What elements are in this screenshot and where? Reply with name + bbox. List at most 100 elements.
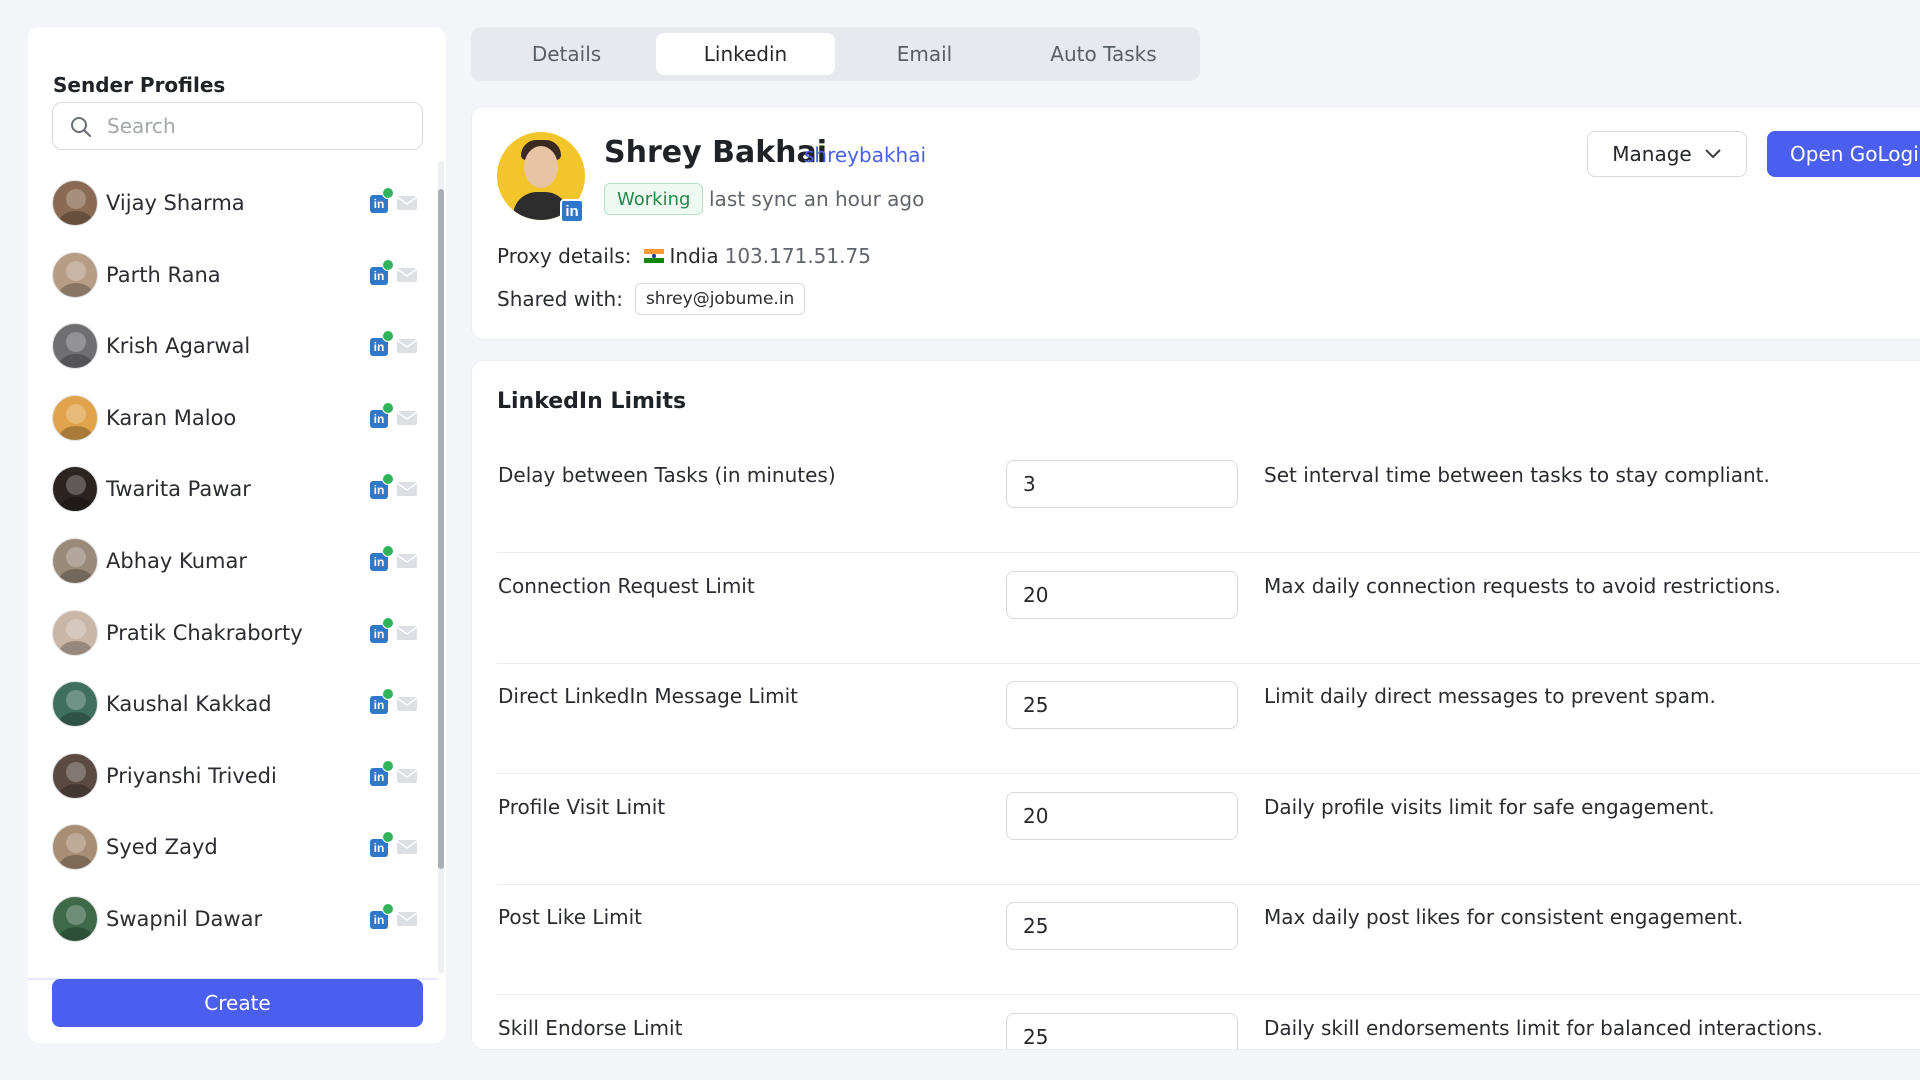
limit-row: Connection Request Limit Max daily connec… [497,554,1920,664]
profile-list-item[interactable]: Twarita Pawar in [52,459,424,519]
tab-email[interactable]: Email [835,33,1014,75]
avatar [52,896,98,942]
tab-bar: Details Linkedin Email Auto Tasks [471,27,1200,81]
open-gologin-button[interactable]: Open GoLogin [1767,131,1920,177]
avatar [52,681,98,728]
manage-button[interactable]: Manage [1587,131,1747,177]
mail-icon [396,410,418,425]
mail-icon [396,625,418,640]
sender-profiles-sidebar: Sender Profiles Vijay SharmainParth Rana… [28,27,446,1043]
linkedin-connected-icon: in [370,473,394,500]
search-icon [71,117,91,137]
shared-email-chip[interactable]: shrey@jobume.in [634,283,806,315]
tab-auto-tasks[interactable]: Auto Tasks [1014,33,1193,75]
profile-handle-link[interactable]: shreybakhai [804,143,926,167]
linkedin-limits-panel: LinkedIn Limits Delay between Tasks (in … [471,360,1920,1050]
limit-label: Delay between Tasks (in minutes) [498,463,836,487]
profile-item-name: Krish Agarwal [106,334,251,359]
profile-list-item[interactable]: Parth Rana in [52,245,424,305]
avatar [52,394,98,441]
tab-details[interactable]: Details [477,33,656,75]
channel-icons: in [370,401,418,428]
channel-icons: in [370,688,418,715]
avatar [52,824,98,871]
channel-icons: in [370,903,418,929]
avatar [52,251,98,298]
proxy-label: Proxy details: [497,244,632,268]
profile-item-name: Vijay Sharma [106,191,245,215]
linkedin-connected-icon: in [370,616,394,643]
profile-list-item[interactable]: Krish Agarwal in [52,316,424,376]
linkedin-connected-icon: in [370,831,394,858]
limit-input[interactable] [1006,1012,1238,1049]
profile-list-scrollbar[interactable] [438,161,444,973]
limit-label: Connection Request Limit [498,573,755,598]
status-badge: Working [604,183,704,215]
proxy-ip: 103.171.51.75 [724,244,871,268]
avatar [52,323,98,370]
manage-label: Manage [1612,142,1692,166]
linkedin-connected-icon: in [370,688,394,715]
chevron-down-icon [1705,149,1721,159]
channel-icons: in [370,831,418,858]
linkedin-connected-icon: in [370,258,394,285]
channel-icons: in [370,545,418,571]
limit-description: Set interval time between tasks to stay … [1264,463,1770,487]
limit-label: Profile Visit Limit [498,794,666,819]
mail-icon [396,267,418,282]
mail-icon [396,482,418,497]
limit-row: Post Like Limit Max daily post likes for … [497,885,1920,995]
limit-input[interactable] [1006,460,1238,508]
avatar [52,752,98,799]
profile-list-item[interactable]: Pratik Chakraborty in [52,603,424,663]
limit-description: Daily skill endorsements limit for balan… [1264,1015,1823,1040]
channel-icons: in [370,616,418,643]
profile-list-item[interactable]: Abhay Kumar in [52,531,424,591]
shared-label: Shared with: [497,287,623,311]
create-button[interactable]: Create [52,979,423,1027]
avatar [52,538,98,584]
limit-input[interactable] [1006,681,1238,729]
linkedin-connected-icon: in [370,903,394,929]
search-box[interactable] [52,102,423,150]
limit-input[interactable] [1006,570,1238,619]
limit-input[interactable] [1006,791,1238,840]
limit-row: Delay between Tasks (in minutes) Set inte… [497,443,1920,553]
search-input[interactable] [107,111,407,141]
profile-list: Vijay Sharma in Parth Rana in Krish Agarwal i… [28,167,438,979]
channel-icons: in [370,330,418,357]
limit-description: Max daily post likes for consistent enga… [1264,905,1744,929]
avatar [52,180,98,226]
profile-list-item[interactable]: Karan Maloo in [52,388,424,448]
limits-title: LinkedIn Limits [497,389,687,414]
profile-list-item[interactable]: Swapnil Dawar in [52,889,424,949]
proxy-details: Proxy details: India 103.171.51.75 [497,244,871,268]
profile-list-item[interactable]: Kaushal Kakkad in [52,674,424,734]
linkedin-icon: in [560,199,584,223]
profile-list-item[interactable]: Syed Zayd in [52,817,424,877]
india-flag-icon [643,249,664,263]
linkedin-connected-icon: in [370,330,394,357]
limit-input[interactable] [1006,902,1238,950]
channel-icons: in [370,258,418,285]
mail-icon [396,196,418,210]
profile-list-item[interactable]: Priyanshi Trivedi in [52,746,424,806]
profile-item-name: Karan Maloo [106,405,237,430]
mail-icon [396,697,418,712]
tab-linkedin[interactable]: Linkedin [656,33,835,75]
channel-icons: in [370,759,418,786]
profile-item-name: Parth Rana [106,262,221,287]
linkedin-connected-icon: in [370,401,394,428]
limit-row: Direct LinkedIn Message Limit Limit daily… [497,664,1920,774]
limit-description: Max daily connection requests to avoid r… [1264,573,1781,598]
mail-icon [396,339,418,354]
profile-name: Shrey Bakhai [604,135,828,170]
profile-item-name: Swapnil Dawar [106,907,263,931]
profile-item-name: Kaushal Kakkad [106,692,272,717]
profile-item-name: Pratik Chakraborty [106,620,303,645]
profile-item-name: Twarita Pawar [106,477,251,502]
limit-label: Skill Endorse Limit [498,1015,683,1040]
profile-list-item[interactable]: Vijay Sharma in [52,173,424,233]
scrollbar-thumb[interactable] [438,189,444,869]
linkedin-connected-icon: in [370,759,394,786]
